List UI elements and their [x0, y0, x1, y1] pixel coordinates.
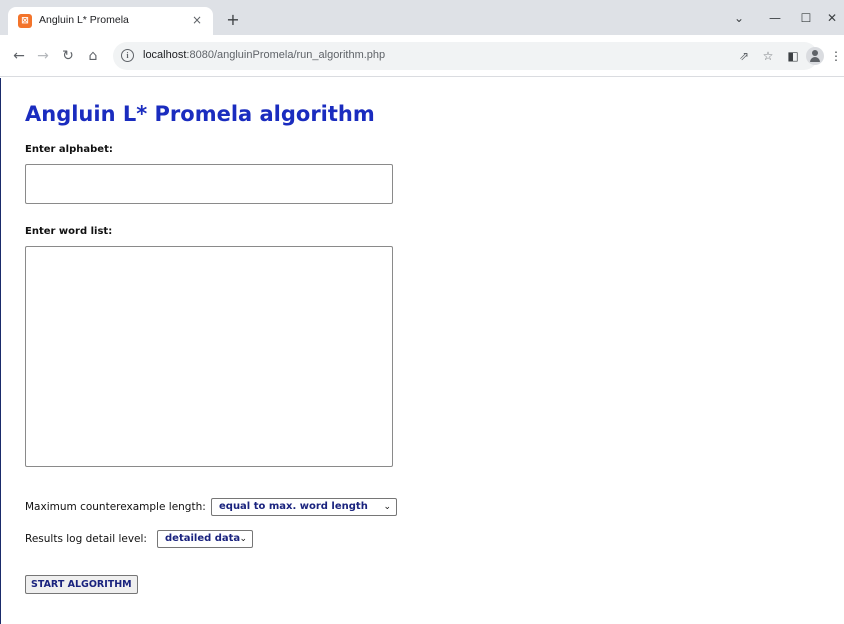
new-tab-icon[interactable]: +	[224, 11, 242, 29]
log-detail-select[interactable]: detailed data ⌄	[157, 530, 253, 548]
menu-kebab-icon[interactable]: ⋮	[830, 47, 842, 65]
start-algorithm-button[interactable]: START ALGORITHM	[25, 575, 138, 594]
log-detail-value: detailed data	[165, 533, 241, 544]
url-path: :8080/angluinPromela/run_algorithm.php	[186, 49, 386, 61]
window-close-icon[interactable]: ✕	[820, 8, 844, 28]
browser-toolbar: ← → ↻ ⌂ i localhost:8080/angluinPromela/…	[0, 35, 844, 77]
reload-icon[interactable]: ↻	[59, 47, 77, 65]
side-panel-icon[interactable]: ◧	[784, 47, 802, 65]
forward-icon[interactable]: →	[34, 47, 52, 65]
tab-close-icon[interactable]: ×	[189, 12, 205, 28]
tab-search-chevron-icon[interactable]: ⌄	[724, 8, 754, 28]
max-counterexample-label: Maximum counterexample length:	[25, 501, 206, 513]
page-title: Angluin L* Promela algorithm	[25, 102, 375, 126]
max-counterexample-select[interactable]: equal to max. word length ⌄	[211, 498, 397, 516]
minimize-icon[interactable]: —	[760, 8, 790, 28]
address-bar[interactable]: i localhost:8080/angluinPromela/run_algo…	[113, 42, 818, 70]
back-icon[interactable]: ←	[10, 47, 28, 65]
home-icon[interactable]: ⌂	[84, 47, 102, 65]
page-content: Angluin L* Promela algorithm Enter alpha…	[0, 78, 844, 624]
word-list-textarea[interactable]	[25, 246, 393, 467]
tab-title: Angluin L* Promela	[39, 14, 129, 26]
favicon-icon: ⊠	[18, 14, 32, 28]
log-detail-label: Results log detail level:	[25, 533, 147, 545]
bookmark-star-icon[interactable]: ☆	[759, 47, 777, 65]
word-list-label: Enter word list:	[25, 226, 113, 237]
chevron-down-icon: ⌄	[239, 534, 247, 544]
maximize-icon[interactable]: ☐	[791, 8, 821, 28]
share-icon[interactable]: ⇗	[735, 47, 753, 65]
chevron-down-icon: ⌄	[383, 502, 391, 512]
max-counterexample-value: equal to max. word length	[219, 501, 368, 512]
url-host: localhost	[143, 49, 187, 61]
alphabet-input[interactable]	[25, 164, 393, 204]
browser-tab[interactable]: ⊠ Angluin L* Promela ×	[8, 7, 213, 35]
alphabet-label: Enter alphabet:	[25, 144, 113, 155]
profile-avatar-icon[interactable]	[806, 47, 824, 65]
tab-strip: ⊠ Angluin L* Promela × + ⌄ — ☐ ✕	[0, 0, 844, 35]
site-info-icon[interactable]: i	[121, 49, 134, 62]
url-text[interactable]: localhost:8080/angluinPromela/run_algori…	[143, 49, 385, 61]
